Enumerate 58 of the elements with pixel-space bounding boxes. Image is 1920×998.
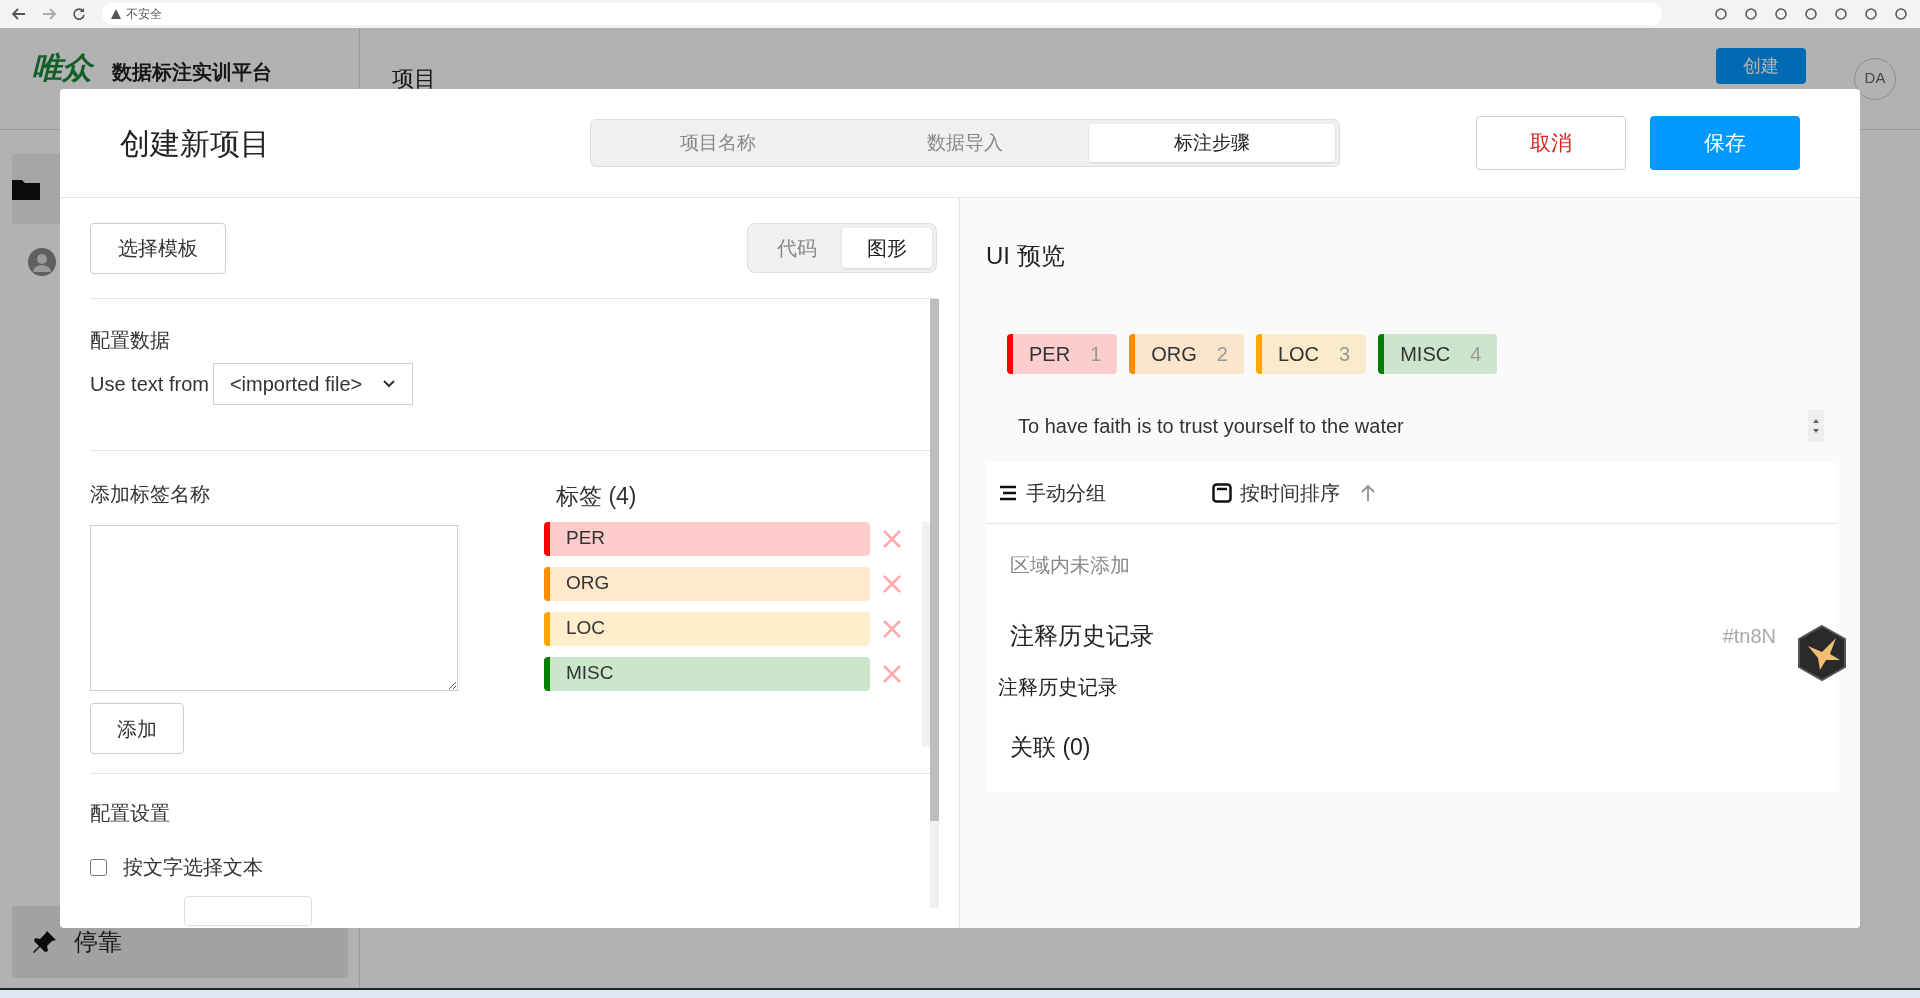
labels-heading: 标签 (4): [556, 482, 638, 511]
section-heading: 配置设置: [90, 801, 171, 826]
label-tag[interactable]: PER: [544, 521, 870, 556]
label-chip[interactable]: LOC 3: [1255, 334, 1367, 374]
hotkey: 3: [1339, 342, 1351, 367]
hotkey: 2: [1216, 342, 1228, 367]
label-tag[interactable]: MISC: [544, 656, 870, 691]
back-icon[interactable]: [12, 8, 26, 20]
address-bar[interactable]: 不安全: [102, 3, 1662, 25]
label-chip[interactable]: PER 1: [1007, 334, 1118, 374]
pin-icon: [32, 929, 58, 955]
scrollbar[interactable]: [922, 521, 930, 747]
group-button[interactable]: 手动分组: [1000, 477, 1212, 508]
section-heading: 添加标签名称: [90, 482, 211, 507]
label-chip[interactable]: ORG 2: [1129, 334, 1244, 374]
security-label: 不安全: [126, 6, 162, 23]
relations-heading: 关联 (0): [1010, 733, 1092, 762]
sample-text: To have faith is to trust yourself to the water: [1018, 414, 1404, 439]
square-icon: [1212, 482, 1232, 503]
preview-heading: UI 预览: [986, 241, 1066, 271]
reload-icon[interactable]: [72, 7, 86, 21]
chip-label: MISC: [1400, 342, 1451, 367]
bird-icon[interactable]: [1796, 624, 1848, 682]
option-label: 按文字选择文本: [123, 855, 263, 880]
mode-tab[interactable]: 图形: [842, 228, 932, 268]
section-heading: 配置数据: [90, 328, 171, 353]
history-id: #tn8N: [1722, 624, 1776, 649]
chip-label: ORG: [1151, 342, 1197, 367]
checkbox[interactable]: [90, 858, 107, 876]
field-label: Use text from: [90, 372, 209, 397]
scrollbar[interactable]: [930, 299, 939, 908]
chip-label: LOC: [1277, 342, 1320, 367]
history-text: 注释历史记录: [998, 675, 1119, 700]
template-button[interactable]: 选择模板: [90, 222, 226, 274]
add-button[interactable]: 添加: [90, 703, 184, 754]
label-input[interactable]: [90, 525, 458, 691]
history-heading: 注释历史记录: [1010, 621, 1154, 651]
empty-text: 区域内未添加: [1010, 553, 1131, 578]
step-tab[interactable]: 标注步骤: [1089, 124, 1335, 162]
arrow-up-icon[interactable]: [1360, 483, 1376, 502]
chevron-down-icon: [381, 379, 396, 389]
input-field[interactable]: [184, 896, 312, 926]
label-tag[interactable]: ORG: [544, 566, 870, 601]
sort-button[interactable]: 按时间排序: [1212, 477, 1340, 508]
folder-icon: [12, 178, 40, 200]
label-tag[interactable]: LOC: [544, 611, 870, 646]
modal-title: 创建新项目: [120, 125, 271, 162]
spinner-icon[interactable]: [1808, 410, 1824, 442]
cancel-button[interactable]: 取消: [1476, 116, 1626, 170]
hotkey: 1: [1090, 342, 1102, 367]
list-icon: [1000, 484, 1018, 501]
hotkey: 4: [1470, 342, 1482, 367]
app-title: 数据标注实训平台: [112, 60, 272, 85]
chip-label: PER: [1029, 342, 1071, 367]
user-icon[interactable]: [28, 248, 56, 276]
label-chip[interactable]: MISC 4: [1378, 334, 1498, 374]
warning-icon: [110, 8, 122, 20]
source-select[interactable]: <imported file>: [212, 363, 413, 405]
